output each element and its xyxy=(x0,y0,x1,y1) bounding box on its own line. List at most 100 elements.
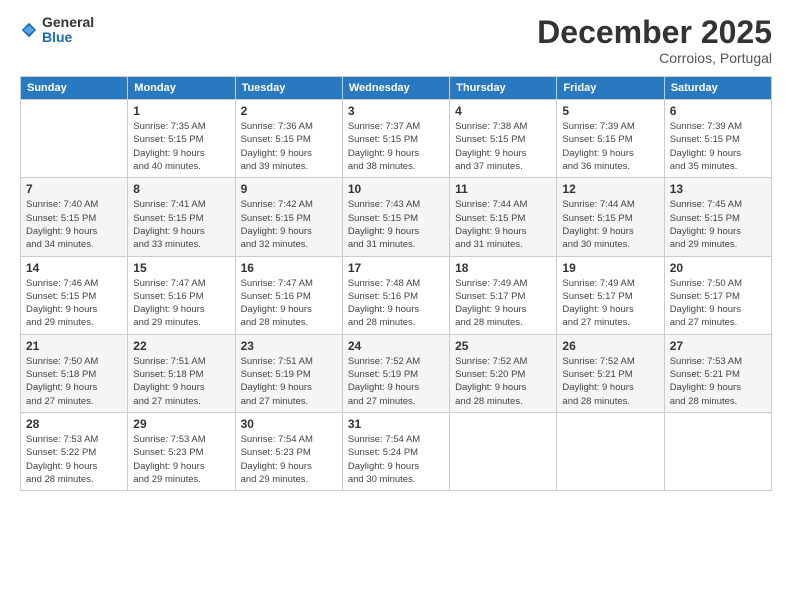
logo-icon xyxy=(20,21,38,39)
calendar-week: 14 Sunrise: 7:46 AMSunset: 5:15 PMDayligh… xyxy=(21,256,772,334)
day-info: Sunrise: 7:52 AMSunset: 5:21 PMDaylight:… xyxy=(562,355,658,408)
calendar-cell: 25Sunrise: 7:52 AMSunset: 5:20 PMDayligh… xyxy=(450,334,557,412)
day-info: Sunrise: 7:53 AMSunset: 5:21 PMDaylight:… xyxy=(670,355,766,408)
day-info: Sunrise: 7:47 AMSunset: 5:16 PMDaylight:… xyxy=(133,277,229,330)
subtitle: Corroios, Portugal xyxy=(537,50,772,66)
day-number: 26 xyxy=(562,339,658,353)
day-info: Sunrise: 7:43 AMSunset: 5:15 PMDaylight:… xyxy=(348,198,444,251)
day-number: 7 xyxy=(26,182,122,196)
calendar-cell: 23 Sunrise: 7:51 AMSunset: 5:19 PMDayligh… xyxy=(235,334,342,412)
calendar-week: 7 Sunrise: 7:40 AMSunset: 5:15 PMDaylight… xyxy=(21,178,772,256)
day-number: 31 xyxy=(348,417,444,431)
calendar-cell: 30 Sunrise: 7:54 AMSunset: 5:23 PMDayligh… xyxy=(235,412,342,490)
day-info: Sunrise: 7:41 AMSunset: 5:15 PMDaylight:… xyxy=(133,198,229,251)
day-info: Sunrise: 7:36 AMSunset: 5:15 PMDaylight:… xyxy=(241,120,337,173)
calendar-cell: 14 Sunrise: 7:46 AMSunset: 5:15 PMDayligh… xyxy=(21,256,128,334)
calendar-table: SundayMondayTuesdayWednesdayThursdayFrid… xyxy=(20,76,772,491)
day-number: 5 xyxy=(562,104,658,118)
calendar-week: 28 Sunrise: 7:53 AMSunset: 5:22 PMDayligh… xyxy=(21,412,772,490)
day-number: 1 xyxy=(133,104,229,118)
calendar-cell xyxy=(450,412,557,490)
day-number: 16 xyxy=(241,261,337,275)
calendar-cell: 31 Sunrise: 7:54 AMSunset: 5:24 PMDayligh… xyxy=(342,412,449,490)
weekday-header: Tuesday xyxy=(235,77,342,100)
day-number: 28 xyxy=(26,417,122,431)
day-number: 3 xyxy=(348,104,444,118)
day-info: Sunrise: 7:53 AMSunset: 5:22 PMDaylight:… xyxy=(26,433,122,486)
day-info: Sunrise: 7:51 AMSunset: 5:18 PMDaylight:… xyxy=(133,355,229,408)
calendar-cell: 9Sunrise: 7:42 AMSunset: 5:15 PMDaylight… xyxy=(235,178,342,256)
calendar-cell: 28 Sunrise: 7:53 AMSunset: 5:22 PMDayligh… xyxy=(21,412,128,490)
calendar-cell: 3 Sunrise: 7:37 AMSunset: 5:15 PMDaylight… xyxy=(342,100,449,178)
day-number: 14 xyxy=(26,261,122,275)
day-info: Sunrise: 7:44 AMSunset: 5:15 PMDaylight:… xyxy=(455,198,551,251)
calendar-cell: 6 Sunrise: 7:39 AMSunset: 5:15 PMDaylight… xyxy=(664,100,771,178)
day-info: Sunrise: 7:50 AMSunset: 5:18 PMDaylight:… xyxy=(26,355,122,408)
month-title: December 2025 xyxy=(537,15,772,50)
calendar-cell: 2 Sunrise: 7:36 AMSunset: 5:15 PMDaylight… xyxy=(235,100,342,178)
weekday-header: Sunday xyxy=(21,77,128,100)
day-number: 17 xyxy=(348,261,444,275)
calendar-cell: 13 Sunrise: 7:45 AMSunset: 5:15 PMDayligh… xyxy=(664,178,771,256)
day-number: 2 xyxy=(241,104,337,118)
calendar-cell: 16Sunrise: 7:47 AMSunset: 5:16 PMDayligh… xyxy=(235,256,342,334)
calendar-cell xyxy=(664,412,771,490)
day-info: Sunrise: 7:52 AMSunset: 5:20 PMDaylight:… xyxy=(455,355,551,408)
day-number: 13 xyxy=(670,182,766,196)
calendar-cell: 12Sunrise: 7:44 AMSunset: 5:15 PMDayligh… xyxy=(557,178,664,256)
day-number: 10 xyxy=(348,182,444,196)
calendar-cell xyxy=(557,412,664,490)
calendar-cell: 4 Sunrise: 7:38 AMSunset: 5:15 PMDaylight… xyxy=(450,100,557,178)
day-number: 23 xyxy=(241,339,337,353)
calendar-cell: 15 Sunrise: 7:47 AMSunset: 5:16 PMDayligh… xyxy=(128,256,235,334)
weekday-header: Friday xyxy=(557,77,664,100)
day-number: 30 xyxy=(241,417,337,431)
day-info: Sunrise: 7:45 AMSunset: 5:15 PMDaylight:… xyxy=(670,198,766,251)
calendar-cell: 5Sunrise: 7:39 AMSunset: 5:15 PMDaylight… xyxy=(557,100,664,178)
logo-blue: Blue xyxy=(42,30,94,45)
calendar-cell: 7 Sunrise: 7:40 AMSunset: 5:15 PMDaylight… xyxy=(21,178,128,256)
day-number: 15 xyxy=(133,261,229,275)
day-info: Sunrise: 7:44 AMSunset: 5:15 PMDaylight:… xyxy=(562,198,658,251)
logo-general: General xyxy=(42,15,94,30)
calendar-cell: 27Sunrise: 7:53 AMSunset: 5:21 PMDayligh… xyxy=(664,334,771,412)
logo: General Blue xyxy=(20,15,94,46)
day-info: Sunrise: 7:35 AMSunset: 5:15 PMDaylight:… xyxy=(133,120,229,173)
calendar-cell: 29Sunrise: 7:53 AMSunset: 5:23 PMDayligh… xyxy=(128,412,235,490)
day-info: Sunrise: 7:54 AMSunset: 5:23 PMDaylight:… xyxy=(241,433,337,486)
page-container: General Blue December 2025 Corroios, Por… xyxy=(0,0,792,612)
weekday-header: Thursday xyxy=(450,77,557,100)
day-number: 4 xyxy=(455,104,551,118)
title-block: December 2025 Corroios, Portugal xyxy=(537,15,772,66)
weekday-header: Saturday xyxy=(664,77,771,100)
day-info: Sunrise: 7:39 AMSunset: 5:15 PMDaylight:… xyxy=(670,120,766,173)
day-number: 18 xyxy=(455,261,551,275)
logo-text: General Blue xyxy=(42,15,94,46)
day-info: Sunrise: 7:37 AMSunset: 5:15 PMDaylight:… xyxy=(348,120,444,173)
day-info: Sunrise: 7:46 AMSunset: 5:15 PMDaylight:… xyxy=(26,277,122,330)
day-info: Sunrise: 7:51 AMSunset: 5:19 PMDaylight:… xyxy=(241,355,337,408)
calendar-cell: 18Sunrise: 7:49 AMSunset: 5:17 PMDayligh… xyxy=(450,256,557,334)
day-info: Sunrise: 7:40 AMSunset: 5:15 PMDaylight:… xyxy=(26,198,122,251)
day-info: Sunrise: 7:54 AMSunset: 5:24 PMDaylight:… xyxy=(348,433,444,486)
day-number: 21 xyxy=(26,339,122,353)
day-number: 20 xyxy=(670,261,766,275)
weekday-header: Monday xyxy=(128,77,235,100)
day-number: 22 xyxy=(133,339,229,353)
calendar-cell: 24 Sunrise: 7:52 AMSunset: 5:19 PMDayligh… xyxy=(342,334,449,412)
day-info: Sunrise: 7:52 AMSunset: 5:19 PMDaylight:… xyxy=(348,355,444,408)
calendar-cell: 17Sunrise: 7:48 AMSunset: 5:16 PMDayligh… xyxy=(342,256,449,334)
calendar-cell: 21 Sunrise: 7:50 AMSunset: 5:18 PMDayligh… xyxy=(21,334,128,412)
calendar-cell: 26 Sunrise: 7:52 AMSunset: 5:21 PMDayligh… xyxy=(557,334,664,412)
weekday-header: Wednesday xyxy=(342,77,449,100)
day-number: 24 xyxy=(348,339,444,353)
calendar-cell: 20Sunrise: 7:50 AMSunset: 5:17 PMDayligh… xyxy=(664,256,771,334)
day-info: Sunrise: 7:42 AMSunset: 5:15 PMDaylight:… xyxy=(241,198,337,251)
day-number: 6 xyxy=(670,104,766,118)
day-number: 19 xyxy=(562,261,658,275)
calendar-cell: 22 Sunrise: 7:51 AMSunset: 5:18 PMDayligh… xyxy=(128,334,235,412)
day-info: Sunrise: 7:53 AMSunset: 5:23 PMDaylight:… xyxy=(133,433,229,486)
day-info: Sunrise: 7:49 AMSunset: 5:17 PMDaylight:… xyxy=(562,277,658,330)
day-info: Sunrise: 7:38 AMSunset: 5:15 PMDaylight:… xyxy=(455,120,551,173)
header-row: SundayMondayTuesdayWednesdayThursdayFrid… xyxy=(21,77,772,100)
